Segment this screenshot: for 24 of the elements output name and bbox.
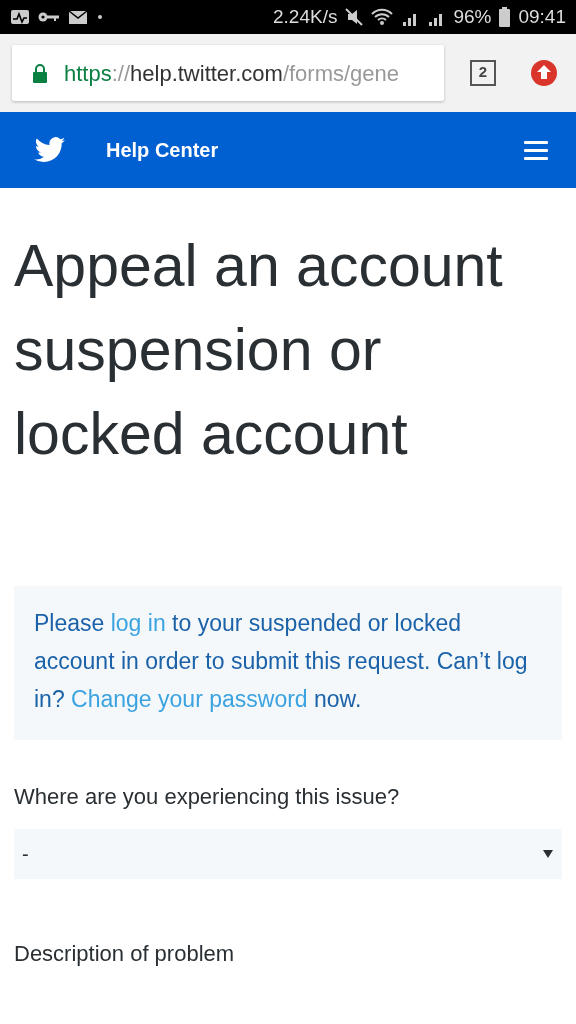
clock: 09:41 xyxy=(518,4,566,29)
address-bar[interactable]: https://help.twitter.com/forms/gene xyxy=(12,45,444,101)
battery-percent: 96% xyxy=(453,4,492,29)
tab-count-button[interactable]: 2 xyxy=(470,60,496,86)
page-heading: Appeal an account suspension or locked account xyxy=(14,232,504,469)
mute-icon xyxy=(345,8,364,26)
caret-icon xyxy=(542,849,554,859)
site-title: Help Center xyxy=(106,138,219,163)
network-speed: 2.24K/s xyxy=(273,4,338,29)
url-text: https://help.twitter.com/forms/gene xyxy=(64,59,400,88)
menu-icon[interactable] xyxy=(524,140,548,160)
activity-icon xyxy=(10,9,30,25)
field-label: Description of problem xyxy=(14,940,236,968)
upload-icon[interactable] xyxy=(530,59,558,87)
battery-icon xyxy=(499,7,511,27)
select-field[interactable]: - xyxy=(14,829,562,879)
notice-text: Please log in to your suspended or locked account in order to submit this request. Can’t log in? Change your password now. xyxy=(14,586,562,740)
key-icon xyxy=(38,11,60,23)
field-label: Where are you experiencing this issue? xyxy=(14,783,401,811)
wifi-icon xyxy=(371,8,394,26)
mail-icon xyxy=(68,9,90,25)
lock-icon xyxy=(32,63,48,83)
dot-icon xyxy=(98,15,102,19)
bird-icon xyxy=(34,136,66,164)
